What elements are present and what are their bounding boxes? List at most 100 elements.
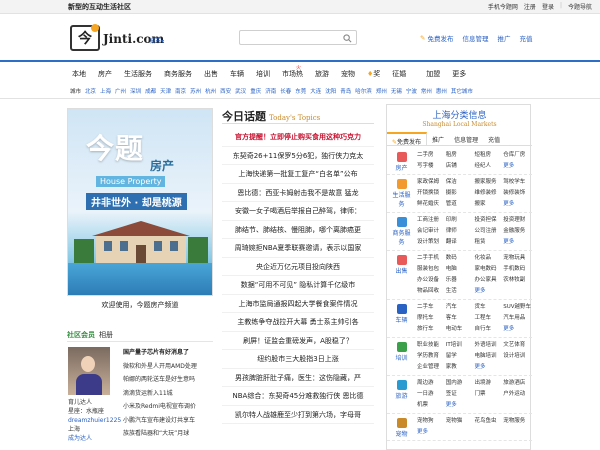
more-link[interactable]: 更多: [475, 362, 504, 373]
city-link[interactable]: 成都: [145, 87, 156, 95]
nav-business[interactable]: 商务服务: [158, 69, 198, 79]
category-item-link[interactable]: 服装包包: [417, 264, 446, 275]
mobile-link[interactable]: 手机今题网: [488, 2, 518, 11]
topic-item[interactable]: 东契奇26+11保罗5分6犯，独行侠力克太: [222, 147, 374, 165]
city-link[interactable]: 青岛: [340, 87, 351, 95]
category-item-link[interactable]: 工商注册: [417, 215, 446, 226]
more-link[interactable]: 更多: [475, 286, 504, 297]
city-link[interactable]: 沈阳: [325, 87, 336, 95]
topic-item[interactable]: 数据“可用不可见” 隐私计算千亿级市: [222, 276, 374, 295]
city-link[interactable]: 济南: [265, 87, 276, 95]
city-link[interactable]: 惠州: [436, 87, 447, 95]
category-item-link[interactable]: 家电数码: [475, 264, 504, 275]
more-link[interactable]: 更多: [417, 427, 446, 438]
category-label[interactable]: 旅游: [390, 380, 413, 400]
category-item-link[interactable]: 化妆品: [475, 253, 504, 264]
category-item-link[interactable]: 搬家: [475, 199, 504, 210]
category-item-link[interactable]: IT培训: [446, 340, 475, 351]
topic-item[interactable]: 周琦婉拒NBA夏季联赛邀请，表示以国家: [222, 239, 374, 258]
category-item-link[interactable]: 金融服务: [503, 226, 532, 237]
house-banner[interactable]: 今题 房产 House Property 井非世外 · 却是桃源: [67, 108, 213, 296]
city-link[interactable]: 其它城市: [451, 87, 473, 95]
category-item-link[interactable]: 二手房: [417, 150, 446, 161]
register-link[interactable]: 注册: [524, 2, 536, 11]
category-item-link[interactable]: 管道: [446, 199, 475, 210]
more-link[interactable]: 更多: [503, 199, 532, 210]
nav-local[interactable]: 本地: [66, 69, 92, 79]
city-link[interactable]: 常州: [421, 87, 432, 95]
tab-publish[interactable]: ✎免费发布: [387, 132, 428, 146]
city-link[interactable]: 大连: [310, 87, 321, 95]
login-link[interactable]: 登录: [542, 2, 554, 11]
members-title[interactable]: 社区会员: [67, 331, 95, 339]
more-link[interactable]: 更多: [503, 237, 532, 248]
category-label[interactable]: 房产: [390, 152, 413, 172]
more-link[interactable]: 更多: [503, 324, 532, 335]
nav-more[interactable]: 更多: [446, 69, 472, 79]
city-link[interactable]: 深圳: [130, 87, 141, 95]
category-item-link[interactable]: 二手手机: [417, 253, 446, 264]
topic-item[interactable]: 上海快递第一批复工复产“白名单”公布: [222, 165, 374, 184]
topic-item[interactable]: 肺结节、肺结核、慢阻肺，哪个离肺癌更: [222, 221, 374, 239]
nav-house[interactable]: 房产: [92, 69, 118, 79]
city-link[interactable]: 北京: [85, 87, 96, 95]
nav-market[interactable]: 市场火热: [276, 65, 309, 79]
category-item-link[interactable]: 宠物服务: [503, 416, 532, 427]
topic-item[interactable]: 主教练争夺战拉开大幕 勇士系主帅引各: [222, 313, 374, 332]
category-item-link[interactable]: 企业管理: [417, 362, 446, 373]
city-link[interactable]: 南京: [175, 87, 186, 95]
category-item-link[interactable]: 律师: [446, 226, 475, 237]
city-link[interactable]: 上海: [100, 87, 111, 95]
category-item-link[interactable]: 宠物狗: [417, 416, 446, 427]
nav-training[interactable]: 培训: [250, 69, 276, 79]
category-item-link[interactable]: 职业技能: [417, 340, 446, 351]
category-item-link[interactable]: 保洁: [446, 177, 475, 188]
category-label[interactable]: 宠物: [390, 418, 413, 438]
category-item-link[interactable]: 数码: [446, 253, 475, 264]
city-link[interactable]: 苏州: [190, 87, 201, 95]
category-item-link[interactable]: 机票: [417, 400, 446, 411]
category-item-link[interactable]: 自行车: [475, 324, 504, 335]
tab-recharge[interactable]: 充值: [483, 132, 505, 145]
category-item-link[interactable]: 短租房: [475, 150, 504, 161]
category-item-link[interactable]: 花鸟鱼虫: [475, 416, 504, 427]
nav-award[interactable]: ♦奖: [361, 69, 386, 79]
category-item-link[interactable]: 宠物猫: [446, 416, 475, 427]
news-item[interactable]: 族族看陆器和“大玩”月球: [123, 427, 197, 441]
category-item-link[interactable]: 电动车: [446, 324, 475, 335]
news-item[interactable]: 滴滴货运新入11城: [123, 387, 197, 401]
category-item-link[interactable]: 旅游酒店: [503, 378, 532, 389]
news-item[interactable]: 小米及Redmi电视宣布调价: [123, 400, 197, 414]
category-item-link[interactable]: 家政保姆: [417, 177, 446, 188]
avatar[interactable]: [68, 347, 110, 395]
nav-life[interactable]: 生活服务: [118, 69, 158, 79]
city-link[interactable]: 武汉: [235, 87, 246, 95]
category-item-link[interactable]: 文艺体育: [503, 340, 532, 351]
nav-travel[interactable]: 旅游: [309, 69, 335, 79]
news-item[interactable]: 国产量子芯片有好消息了: [123, 346, 197, 360]
category-item-link[interactable]: 乐器: [446, 275, 475, 286]
category-item-link[interactable]: 租房: [446, 150, 475, 161]
category-item-link[interactable]: 客车: [446, 313, 475, 324]
category-item-link[interactable]: 物品回收: [417, 286, 446, 297]
city-link[interactable]: 长春: [280, 87, 291, 95]
news-item[interactable]: 微软和外星人开用AMD处理: [123, 360, 197, 374]
category-label[interactable]: 出售: [390, 255, 413, 275]
topic-item[interactable]: 凯尔特人战雄鹿至少打到第六场，字母哥: [222, 406, 374, 424]
category-item-link[interactable]: 驾校学车: [503, 177, 532, 188]
category-item-link[interactable]: 外语培训: [475, 340, 504, 351]
topic-item[interactable]: 男孩脾脏肝肚子痛，医生：这伤隐藏，严: [222, 369, 374, 387]
category-item-link[interactable]: 二手车: [417, 302, 446, 313]
nav-pet[interactable]: 宠物: [335, 69, 361, 79]
category-label[interactable]: 生活服务: [390, 179, 413, 208]
topic-item[interactable]: 官方提醒！立即停止购买食用这种巧克力: [222, 128, 374, 147]
category-item-link[interactable]: 宠物玩具: [503, 253, 532, 264]
recharge-link[interactable]: 充值: [519, 33, 532, 43]
member-username[interactable]: dreamzhuier1225: [68, 416, 121, 425]
category-item-link[interactable]: 一日游: [417, 389, 446, 400]
city-link[interactable]: 哈尔滨: [355, 87, 372, 95]
publish-link[interactable]: ✎ 免费发布: [420, 33, 453, 43]
category-item-link[interactable]: 仓库厂房: [503, 150, 532, 161]
category-item-link[interactable]: 家教: [446, 362, 475, 373]
manage-link[interactable]: 信息管理: [462, 33, 488, 43]
